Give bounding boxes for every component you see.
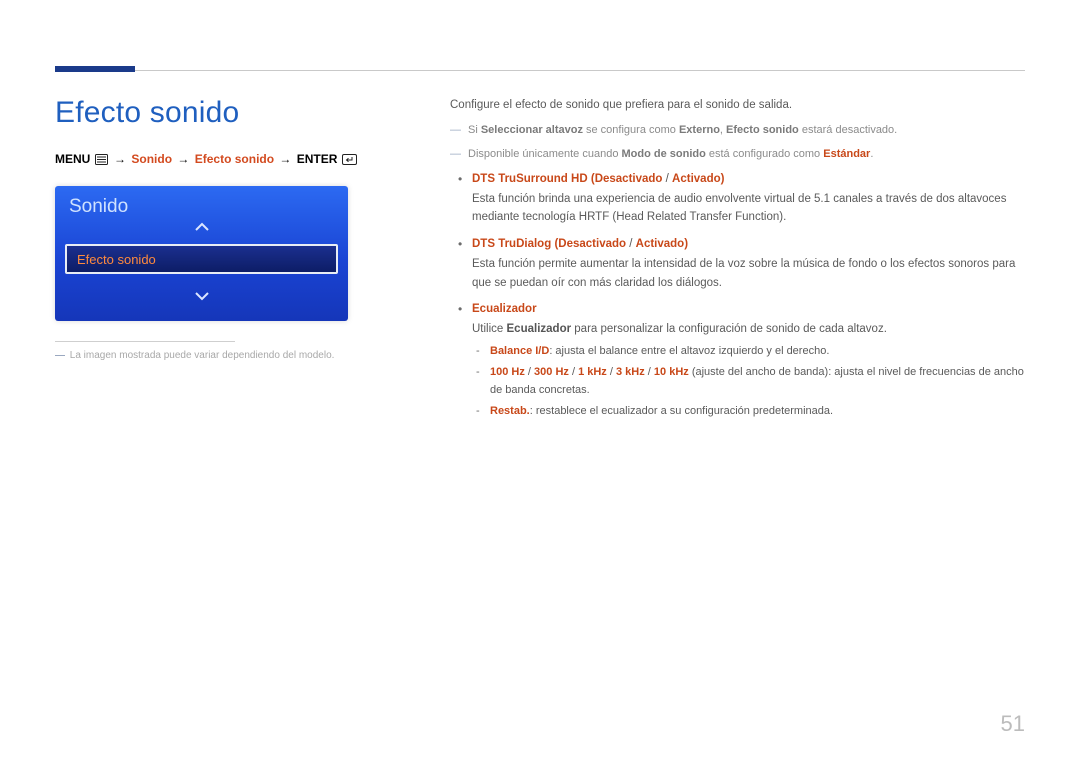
arrow-icon: → — [277, 152, 293, 166]
note-2-mid: está configurado como — [706, 148, 823, 160]
freq: 3 kHz — [616, 366, 645, 378]
dash-icon: ― — [55, 350, 65, 361]
note-2-b1: Modo de sonido — [622, 148, 706, 160]
enter-icon — [342, 154, 357, 168]
feature-item: DTS TruSurround HD (Desactivado / Activa… — [450, 170, 1025, 227]
arrow-icon: → — [175, 152, 191, 166]
feature-body: Esta función permite aumentar la intensi… — [472, 255, 1025, 292]
sub-item: Restab.: restablece el ecualizador a su … — [472, 403, 1025, 421]
sub-item-text: : restablece el ecualizador a su configu… — [530, 405, 833, 417]
header-tab-accent — [55, 66, 135, 72]
breadcrumb-menu: MENU — [55, 152, 90, 166]
note-1-pre: Si — [468, 124, 481, 136]
sub-item-text: : ajusta el balance entre el altavoz izq… — [549, 345, 829, 357]
image-disclaimer: ― La imagen mostrada puede variar depend… — [55, 350, 395, 361]
feature-name: DTS TruDialog — [472, 238, 551, 250]
feature-body: Utilice Ecualizador para personalizar la… — [472, 320, 1025, 338]
feature-name: DTS TruSurround HD — [472, 173, 588, 185]
header-divider — [55, 70, 1025, 71]
note-1-mid: se configura como — [583, 124, 679, 136]
freq: 1 kHz — [578, 366, 607, 378]
chevron-down-icon — [194, 291, 210, 303]
feature-body: Esta función brinda una experiencia de a… — [472, 190, 1025, 227]
feature-item: Ecualizador Utilice Ecualizador para per… — [450, 300, 1025, 421]
feature-name: Ecualizador — [472, 303, 537, 315]
feature-opt-off: Desactivado — [595, 173, 663, 185]
feature-body-bold: Ecualizador — [507, 323, 572, 335]
breadcrumb: MENU → Sonido → Efecto sonido → ENTER — [55, 152, 395, 168]
arrow-icon: → — [112, 152, 128, 166]
sep: / — [525, 366, 534, 378]
menu-row-area: Efecto sonido — [55, 244, 348, 274]
feature-body-pre: Utilice — [472, 323, 507, 335]
note-1: Si Seleccionar altavoz se configura como… — [450, 122, 1025, 140]
feature-header: Ecualizador — [472, 300, 1025, 318]
freq: 100 Hz — [490, 366, 525, 378]
note-1-b1: Seleccionar altavoz — [481, 124, 583, 136]
sub-item-bold: Balance I/D — [490, 345, 549, 357]
page-number: 51 — [1001, 711, 1025, 737]
feature-header: DTS TruDialog (Desactivado / Activado) — [472, 235, 1025, 253]
feature-item: DTS TruDialog (Desactivado / Activado) E… — [450, 235, 1025, 292]
feature-opt-on: Activado — [636, 238, 685, 250]
sub-list: Balance I/D: ajusta el balance entre el … — [472, 343, 1025, 421]
sub-item-bold: Restab. — [490, 405, 530, 417]
page: Efecto sonido MENU → Sonido → Efecto son… — [0, 0, 1080, 763]
feature-body-post: para personalizar la configuración de so… — [571, 323, 887, 335]
feature-opt-on: Activado — [672, 173, 721, 185]
menu-screenshot-title: Sonido — [55, 196, 348, 222]
menu-screenshot: Sonido Efecto sonido — [55, 186, 348, 321]
image-disclaimer-text: La imagen mostrada puede variar dependie… — [70, 350, 335, 361]
footnote-divider — [55, 341, 235, 342]
note-2: Disponible únicamente cuando Modo de son… — [450, 146, 1025, 164]
feature-header: DTS TruSurround HD (Desactivado / Activa… — [472, 170, 1025, 188]
feature-opt-off: Desactivado — [558, 238, 626, 250]
sub-item: 100 Hz / 300 Hz / 1 kHz / 3 kHz / 10 kHz… — [472, 364, 1025, 399]
breadcrumb-path-2: Efecto sonido — [195, 152, 274, 166]
freq: 300 Hz — [534, 366, 569, 378]
chevron-up-icon — [194, 222, 210, 234]
freq: 10 kHz — [654, 366, 689, 378]
intro-text: Configure el efecto de sonido que prefie… — [450, 96, 1025, 114]
sep: / — [569, 366, 578, 378]
menu-icon — [95, 154, 108, 168]
left-column: Efecto sonido MENU → Sonido → Efecto son… — [55, 96, 395, 429]
sep: / — [607, 366, 616, 378]
right-column: Configure el efecto de sonido que prefie… — [450, 96, 1025, 429]
breadcrumb-path-1: Sonido — [131, 152, 172, 166]
note-2-post: . — [870, 148, 873, 160]
feature-list: DTS TruSurround HD (Desactivado / Activa… — [450, 170, 1025, 422]
menu-selected-label: Efecto sonido — [77, 252, 156, 267]
page-title: Efecto sonido — [55, 96, 395, 130]
menu-selected-row: Efecto sonido — [65, 244, 338, 274]
content: Efecto sonido MENU → Sonido → Efecto son… — [55, 96, 1025, 429]
sep: / — [645, 366, 654, 378]
note-2-pre: Disponible únicamente cuando — [468, 148, 622, 160]
note-1-b3: Efecto sonido — [726, 124, 799, 136]
note-1-post: estará desactivado. — [799, 124, 897, 136]
note-1-b2: Externo — [679, 124, 720, 136]
breadcrumb-enter: ENTER — [297, 152, 338, 166]
sub-item: Balance I/D: ajusta el balance entre el … — [472, 343, 1025, 361]
note-2-b2: Estándar — [823, 148, 870, 160]
